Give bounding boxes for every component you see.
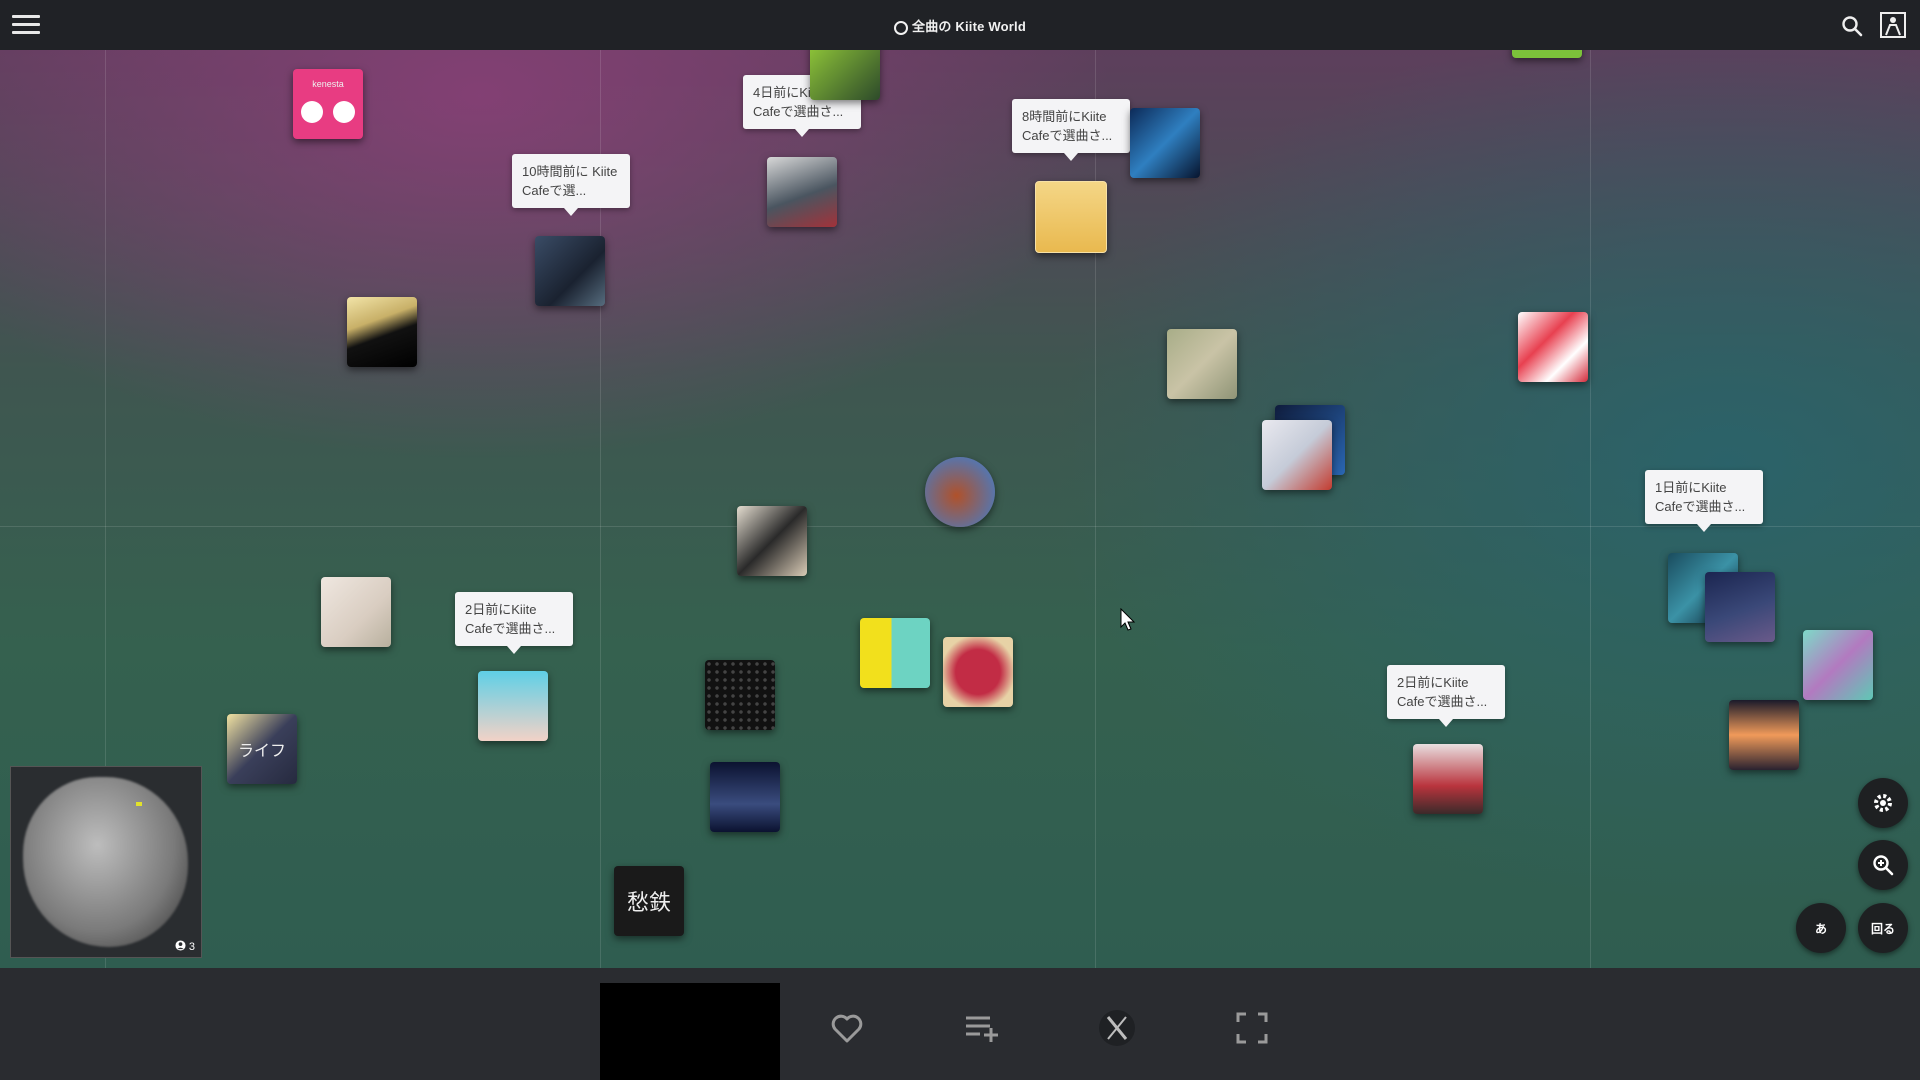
zoom-in-icon: [1873, 855, 1894, 876]
recent-play-bubble: 8時間前にKiite Cafeで選曲さ...: [1012, 99, 1130, 161]
user-count-icon: [175, 940, 186, 951]
song-tile[interactable]: [925, 457, 995, 527]
search-icon[interactable]: [1840, 14, 1864, 38]
users-count-value: 3: [188, 941, 195, 953]
song-tile[interactable]: ライフ: [227, 714, 297, 784]
song-tile[interactable]: [535, 236, 605, 306]
song-tile[interactable]: [737, 506, 807, 576]
song-tile[interactable]: [321, 577, 391, 647]
recent-play-bubble: 1日前にKiite Cafeで選曲さ...: [1645, 470, 1763, 532]
song-tile[interactable]: [1729, 700, 1799, 770]
song-tile[interactable]: [347, 297, 417, 367]
video-player[interactable]: [600, 983, 780, 1080]
song-tile[interactable]: [1413, 744, 1483, 814]
song-tile[interactable]: [1512, 50, 1582, 58]
online-users-count: 3: [175, 940, 195, 953]
playlist-add-icon[interactable]: [962, 1008, 1002, 1048]
song-tile[interactable]: [705, 660, 775, 730]
recent-play-bubble: 2日前にKiite Cafeで選曲さ...: [455, 592, 573, 654]
song-tile[interactable]: [1705, 572, 1775, 642]
song-tile[interactable]: kenesta: [293, 69, 363, 139]
mouse-cursor-icon: [1120, 608, 1136, 631]
song-tile[interactable]: [1803, 630, 1873, 700]
song-tile[interactable]: [1130, 108, 1200, 178]
tile-label: kenesta: [312, 79, 344, 89]
app-title: 全曲の Kiite World: [912, 19, 1026, 34]
minimap-world-shape: [23, 777, 188, 947]
recent-play-bubble: 2日前にKiite Cafeで選曲さ...: [1387, 665, 1505, 727]
world-canvas[interactable]: 4日前にKiite Cafeで選曲さ... 8時間前にKiite Cafeで選曲…: [0, 50, 1920, 968]
tile-label: ライフ: [237, 743, 286, 760]
user-profile-icon[interactable]: [1880, 12, 1906, 38]
kana-toggle-button[interactable]: あ: [1796, 903, 1846, 953]
song-tile[interactable]: [1035, 181, 1107, 253]
song-tile[interactable]: 愁鉄: [614, 866, 684, 936]
globe-icon: [894, 21, 908, 35]
song-tile[interactable]: [478, 671, 548, 741]
tile-label: 愁鉄: [626, 890, 671, 915]
bottom-player-bar: [0, 968, 1920, 1080]
song-tile[interactable]: [1518, 312, 1588, 382]
grid-line: [1590, 50, 1591, 968]
settings-button[interactable]: [1858, 778, 1908, 828]
minimap-position-marker: [136, 802, 142, 806]
app-title-bar: 全曲の Kiite World: [0, 16, 1920, 35]
song-tile[interactable]: [1167, 329, 1237, 399]
rotate-button[interactable]: 回る: [1858, 903, 1908, 953]
zoom-button[interactable]: [1858, 840, 1908, 890]
top-bar: 全曲の Kiite World: [0, 0, 1920, 51]
fullscreen-icon[interactable]: [1232, 1008, 1272, 1048]
minimap[interactable]: 3: [10, 766, 202, 958]
gear-icon: [1874, 794, 1892, 812]
song-tile[interactable]: [767, 157, 837, 227]
recent-play-bubble: 10時間前に Kiite Cafeで選...: [512, 154, 630, 216]
song-tile[interactable]: [943, 637, 1013, 707]
song-tile[interactable]: [710, 762, 780, 832]
x-logo-icon[interactable]: [1097, 1008, 1137, 1048]
song-tile[interactable]: [860, 618, 930, 688]
heart-icon[interactable]: [827, 1008, 867, 1048]
song-tile[interactable]: [1262, 420, 1332, 490]
song-tile[interactable]: [810, 50, 880, 100]
